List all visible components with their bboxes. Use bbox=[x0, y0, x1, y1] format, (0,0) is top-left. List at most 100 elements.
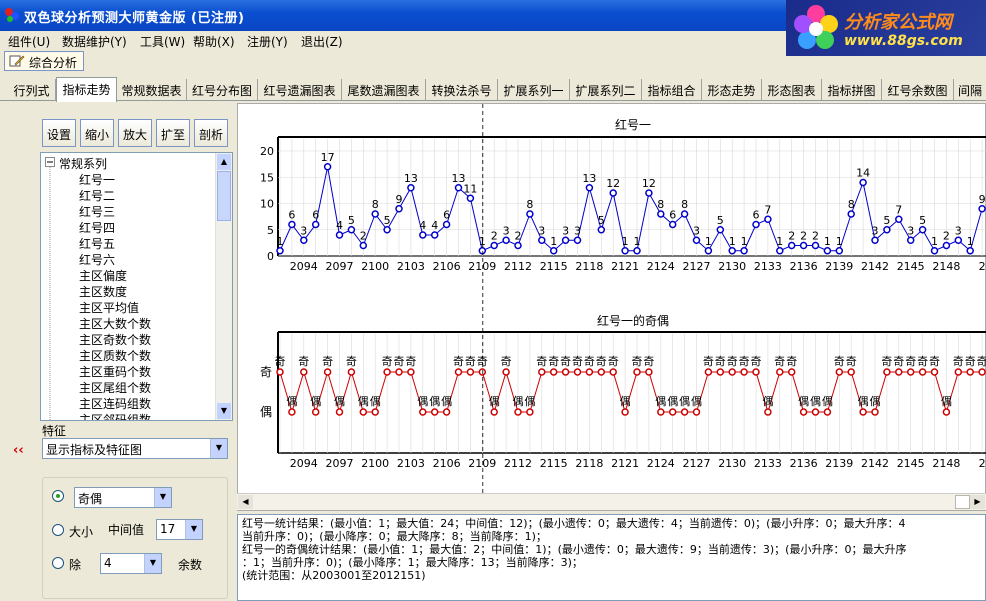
menu-register[interactable]: 注册(Y) bbox=[247, 33, 288, 50]
tab-determinant[interactable]: 行列式 bbox=[8, 79, 56, 101]
tree-item-red-3[interactable]: 红号三 bbox=[79, 203, 115, 220]
chart1-point bbox=[704, 247, 713, 255]
chart1-data-label: 3 bbox=[503, 224, 510, 237]
menu-exit[interactable]: 退出(Z) bbox=[301, 33, 343, 50]
menu-tools[interactable]: 工具(W) bbox=[140, 33, 185, 50]
chart2-data-label: 奇 bbox=[965, 355, 976, 368]
chart2-data-label: 偶 bbox=[679, 395, 690, 408]
modulo-select[interactable]: 4 ▼ bbox=[100, 553, 162, 574]
chart2-x-tick-label: 2094 bbox=[290, 457, 318, 470]
chart2-x-tick-label: 2136 bbox=[790, 457, 818, 470]
chart1-data-label: 1 bbox=[741, 235, 748, 248]
chart1-data-label: 2 bbox=[800, 230, 807, 243]
comprehensive-analysis-button[interactable]: 综合分析 bbox=[4, 51, 85, 71]
tab-extend-series-2[interactable]: 扩展系列二 bbox=[570, 79, 642, 101]
tree-item-tail-group-count[interactable]: 主区尾组个数 bbox=[79, 379, 151, 396]
chart1-point bbox=[538, 236, 546, 244]
tree-item-consecutive-groups[interactable]: 主区连码组数 bbox=[79, 395, 151, 412]
chart-horizontal-scrollbar[interactable]: ◀ ▶ bbox=[237, 493, 986, 510]
chart-area: 红号一 0 5 10 15 20 2094 2097 2100 2103 2106 2109 2112 2… bbox=[237, 103, 986, 511]
scroll-thumb[interactable] bbox=[217, 171, 231, 221]
collapse-panel-button[interactable]: ‹‹ bbox=[13, 443, 24, 458]
tab-red-distribution[interactable]: 红号分布图 bbox=[187, 79, 258, 101]
settings-button[interactable]: 设置 bbox=[42, 119, 76, 147]
dissect-button[interactable]: 剖析 bbox=[194, 119, 228, 147]
tree-item-red-1[interactable]: 红号一 bbox=[79, 171, 115, 188]
scroll-right-icon[interactable]: ▶ bbox=[970, 495, 985, 509]
display-mode-select[interactable]: 显示指标及特征图 ▼ bbox=[42, 438, 228, 459]
chart1-y-tick-label: 5 bbox=[267, 224, 274, 237]
chart2-data-label: 奇 bbox=[322, 355, 333, 368]
tab-red-omission-chart[interactable]: 红号遗漏图表 bbox=[258, 79, 342, 101]
remainder-label: 余数 bbox=[178, 558, 203, 572]
radio-size[interactable] bbox=[52, 524, 64, 536]
tab-indicator-puzzle[interactable]: 指标拼图 bbox=[822, 79, 882, 101]
tree-item-neighbor-groups[interactable]: 主区邻码组数 bbox=[79, 411, 151, 420]
tree-item-red-2[interactable]: 红号二 bbox=[79, 187, 115, 204]
scroll-up-icon[interactable]: ▲ bbox=[217, 154, 231, 170]
chart2-point bbox=[395, 368, 403, 376]
chart2-data-label: 偶 bbox=[691, 395, 702, 408]
radio-modulo[interactable] bbox=[52, 557, 64, 569]
chart1-point bbox=[442, 220, 451, 229]
tree-item-big-count[interactable]: 主区大数个数 bbox=[79, 315, 151, 332]
tab-regular-data-table[interactable]: 常规数据表 bbox=[117, 79, 187, 101]
tab-indicator-combo[interactable]: 指标组合 bbox=[642, 79, 702, 101]
tab-conversion-kill[interactable]: 转换法杀号 bbox=[426, 79, 498, 101]
tree-scrollbar[interactable]: ▲ ▼ bbox=[215, 153, 232, 420]
tab-red-remainder[interactable]: 红号余数图 bbox=[882, 79, 954, 101]
chart2-point bbox=[942, 408, 951, 416]
menu-data-maintenance[interactable]: 数据维护(Y) bbox=[62, 33, 127, 50]
chart1-x-tick-label: 2106 bbox=[433, 260, 461, 273]
tree-item-average[interactable]: 主区平均值 bbox=[79, 299, 139, 316]
tab-indicator-trend[interactable]: 指标走势 bbox=[56, 77, 117, 102]
tab-interval[interactable]: 间隔 bbox=[954, 79, 986, 101]
tab-shape-chart[interactable]: 形态图表 bbox=[762, 79, 822, 101]
mid-value-select[interactable]: 17 ▼ bbox=[156, 519, 203, 540]
comprehensive-analysis-label: 综合分析 bbox=[29, 56, 78, 70]
scroll-thumb[interactable] bbox=[955, 495, 970, 509]
chart1-y-tick-label: 0 bbox=[267, 250, 274, 263]
chart2-point bbox=[776, 368, 784, 376]
tree-item-skewness[interactable]: 主区偏度 bbox=[79, 267, 127, 284]
tab-tail-omission-chart[interactable]: 尾数遗漏图表 bbox=[342, 79, 426, 101]
chart1-data-label: 9 bbox=[396, 193, 403, 206]
tab-extend-series-1[interactable]: 扩展系列一 bbox=[498, 79, 570, 101]
chart2-data-label: 偶 bbox=[655, 395, 666, 408]
chart2-data-label: 奇 bbox=[346, 355, 357, 368]
chart1-x-tick-label: 2097 bbox=[326, 260, 354, 273]
chart2-point bbox=[764, 408, 772, 416]
tree-item-red-5[interactable]: 红号五 bbox=[79, 235, 115, 252]
chart1-data-label: 13 bbox=[404, 172, 418, 185]
menu-help[interactable]: 帮助(X) bbox=[193, 33, 235, 50]
chart1-data-label: 2 bbox=[943, 230, 950, 243]
tree-item-red-4[interactable]: 红号四 bbox=[79, 219, 115, 236]
feature-group-label: 特征 bbox=[42, 424, 67, 438]
zoom-in-button[interactable]: 放大 bbox=[118, 119, 152, 147]
chart1-point bbox=[430, 231, 439, 239]
scroll-down-icon[interactable]: ▼ bbox=[217, 403, 231, 419]
chart1-data-label: 3 bbox=[538, 224, 545, 237]
tree-item-repeat-count[interactable]: 主区重码个数 bbox=[79, 363, 151, 380]
tree-item-degree[interactable]: 主区数度 bbox=[79, 283, 127, 300]
menu-component[interactable]: 组件(U) bbox=[8, 33, 50, 50]
chart2-data-label: 奇 bbox=[536, 355, 547, 368]
tab-shape-trend[interactable]: 形态走势 bbox=[702, 79, 762, 101]
tree-item-odd-count[interactable]: 主区奇数个数 bbox=[79, 331, 151, 348]
chart1-data-label: 1 bbox=[277, 235, 284, 248]
chart2-point bbox=[966, 368, 974, 376]
odd-even-select[interactable]: 奇偶 ▼ bbox=[74, 487, 172, 508]
radio-odd-even[interactable] bbox=[52, 490, 64, 502]
chart1-point bbox=[407, 184, 415, 192]
zoom-out-button[interactable]: 缩小 bbox=[80, 119, 114, 147]
tree-item-prime-count[interactable]: 主区质数个数 bbox=[79, 347, 151, 364]
tree-item-red-6[interactable]: 红号六 bbox=[79, 251, 115, 268]
chart1-point bbox=[668, 220, 677, 229]
chart2-point bbox=[716, 368, 725, 376]
scroll-left-icon[interactable]: ◀ bbox=[238, 495, 253, 509]
chart1-point bbox=[573, 236, 582, 244]
chart2-point bbox=[585, 368, 594, 376]
chart1-point bbox=[966, 247, 974, 255]
chart2-data-label: 奇 bbox=[953, 355, 964, 368]
expand-button[interactable]: 扩至 bbox=[156, 119, 190, 147]
